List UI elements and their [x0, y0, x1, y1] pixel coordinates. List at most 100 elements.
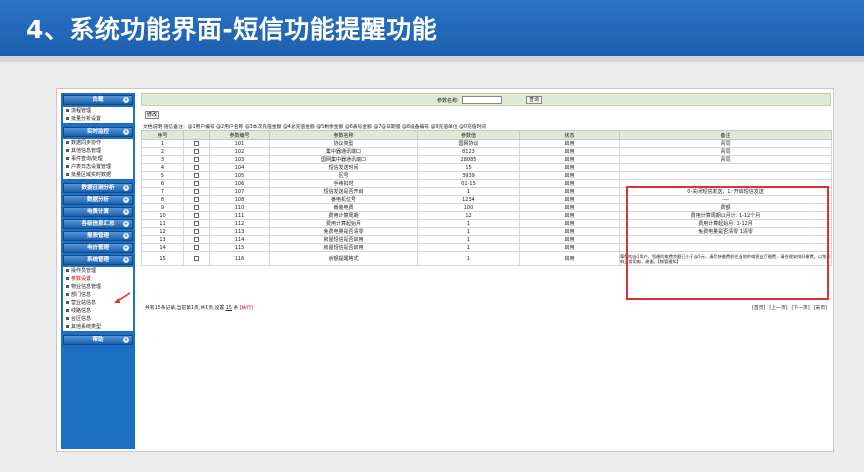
row-checkbox[interactable]	[183, 243, 210, 252]
row-checkbox[interactable]	[183, 171, 210, 180]
collapse-icon[interactable]: »	[123, 337, 129, 343]
collapse-icon[interactable]: »	[123, 221, 129, 227]
checkbox[interactable]	[194, 236, 199, 242]
row-checkbox[interactable]	[183, 187, 210, 196]
sidebar-item[interactable]: 其他系统类型	[63, 323, 133, 331]
table-row[interactable]: 2 102 集中器通讯端口 8123 启用 青同	[141, 147, 832, 156]
param-state[interactable]: 启用	[519, 187, 620, 196]
param-state[interactable]: 启用	[519, 155, 620, 164]
sidebar-item[interactable]: 数据同步协作	[63, 139, 133, 147]
checkbox[interactable]	[194, 228, 199, 234]
param-value: 100	[417, 203, 520, 212]
param-state[interactable]: 启用	[519, 147, 620, 156]
param-state[interactable]: 启用	[519, 139, 620, 148]
row-checkbox[interactable]	[183, 147, 210, 156]
modify-button[interactable]: 修改	[145, 111, 159, 119]
row-checkbox[interactable]	[183, 179, 210, 188]
checkbox[interactable]	[194, 180, 199, 186]
row-checkbox[interactable]	[183, 203, 210, 212]
param-state[interactable]: 启用	[519, 219, 620, 228]
table-row[interactable]: 1 101 协议类型 国网协议 启用 青同	[141, 139, 832, 148]
sidebar-item-label: 台区信息	[71, 316, 92, 322]
checkbox[interactable]	[194, 212, 199, 218]
checkbox[interactable]	[194, 164, 199, 170]
row-checkbox[interactable]	[183, 163, 210, 172]
nav-section[interactable]: 报表管理 »	[63, 231, 133, 241]
checkbox[interactable]	[194, 244, 199, 250]
jump-link[interactable]: [执行]	[240, 306, 253, 311]
row-checkbox[interactable]	[183, 235, 210, 244]
checkbox[interactable]	[194, 204, 199, 210]
nav-section[interactable]: 系统管理 »	[63, 255, 133, 265]
checkbox[interactable]	[194, 148, 199, 154]
row-number: 7	[141, 187, 184, 196]
param-state[interactable]: 启用	[519, 203, 620, 212]
nav-section[interactable]: 电价管理 »	[63, 243, 133, 253]
param-state[interactable]: 启用	[519, 235, 620, 244]
param-state[interactable]: 启用	[519, 195, 620, 204]
param-state[interactable]: 启用	[519, 243, 620, 252]
table-row[interactable]: 5 105 区号 3939 启用	[141, 171, 832, 180]
sidebar-item[interactable]: 线路信息	[63, 307, 133, 315]
row-checkbox[interactable]	[183, 211, 210, 220]
param-state[interactable]: 启用	[519, 251, 620, 266]
sidebar-item[interactable]: 操作员管理	[63, 267, 133, 275]
pager-link[interactable]: [首页]	[752, 306, 765, 311]
nav-section[interactable]: 数据分析 »	[63, 195, 133, 205]
param-state[interactable]: 启用	[519, 211, 620, 220]
param-name: 国网集中器通讯端口	[269, 155, 418, 164]
nav-section[interactable]: 实时监控 »	[63, 127, 133, 137]
collapse-icon[interactable]: »	[123, 185, 129, 191]
checkbox[interactable]	[194, 172, 199, 178]
sidebar-item-label: 操作员管理	[71, 268, 97, 274]
nav-section[interactable]: 数据召测分析 »	[63, 183, 133, 193]
sidebar-item[interactable]: 台区信息	[63, 315, 133, 323]
row-checkbox[interactable]	[183, 195, 210, 204]
nav-section[interactable]: 负载 »	[63, 95, 133, 105]
param-state[interactable]: 启用	[519, 179, 620, 188]
row-checkbox[interactable]	[183, 155, 210, 164]
collapse-icon[interactable]: »	[123, 129, 129, 135]
nav-section[interactable]: 帮助 »	[63, 335, 133, 345]
sidebar-item[interactable]: 批量区域实时数据	[63, 171, 133, 179]
pager-link[interactable]: [上一页]	[769, 306, 787, 311]
checkbox[interactable]	[194, 220, 199, 226]
nav-section[interactable]: 电费计算 »	[63, 207, 133, 217]
collapse-icon[interactable]: »	[123, 209, 129, 215]
sidebar-item[interactable]: 其他信息管理	[63, 147, 133, 155]
sidebar-item[interactable]: 批量分析设置	[63, 115, 133, 123]
param-state[interactable]: 启用	[519, 227, 620, 236]
sidebar-item[interactable]: 事件查询/处理	[63, 155, 133, 163]
param-state[interactable]: 启用	[519, 171, 620, 180]
row-checkbox[interactable]	[183, 219, 210, 228]
checkbox[interactable]	[194, 188, 199, 194]
per-page-value[interactable]: 15	[226, 306, 232, 311]
nav-section-label: 电价管理	[86, 245, 109, 251]
sidebar-item[interactable]: 物业信息管理	[63, 283, 133, 291]
search-input[interactable]	[462, 96, 502, 104]
checkbox[interactable]	[194, 196, 199, 202]
nav-section[interactable]: 各级信息汇总 »	[63, 219, 133, 229]
collapse-icon[interactable]: »	[123, 233, 129, 239]
pager-link[interactable]: [末页]	[814, 306, 827, 311]
table-row[interactable]: 4 104 短信发送时间 15 启用	[141, 163, 832, 172]
table-row[interactable]: 3 103 国网集中器通讯端口 28085 启用 青同	[141, 155, 832, 164]
sidebar-item[interactable]: 参数设置	[63, 275, 133, 283]
checkbox[interactable]	[194, 140, 199, 146]
pager-link[interactable]: [下一页]	[792, 306, 810, 311]
sidebar-item[interactable]: 户表日志设置管理	[63, 163, 133, 171]
param-value: 1	[417, 243, 520, 252]
collapse-icon[interactable]: »	[123, 245, 129, 251]
checkbox[interactable]	[194, 255, 199, 261]
collapse-icon[interactable]: »	[123, 97, 129, 103]
collapse-icon[interactable]: »	[123, 257, 129, 263]
collapse-icon[interactable]: »	[123, 197, 129, 203]
sidebar-item[interactable]: 流程管理	[63, 107, 133, 115]
row-checkbox[interactable]	[183, 139, 210, 148]
search-button[interactable]: 查询	[526, 96, 542, 104]
checkbox[interactable]	[194, 156, 199, 162]
row-checkbox[interactable]	[183, 227, 210, 236]
row-checkbox[interactable]	[183, 251, 210, 266]
param-state[interactable]: 启用	[519, 163, 620, 172]
sidebar-item-label: 流程管理	[71, 108, 92, 114]
